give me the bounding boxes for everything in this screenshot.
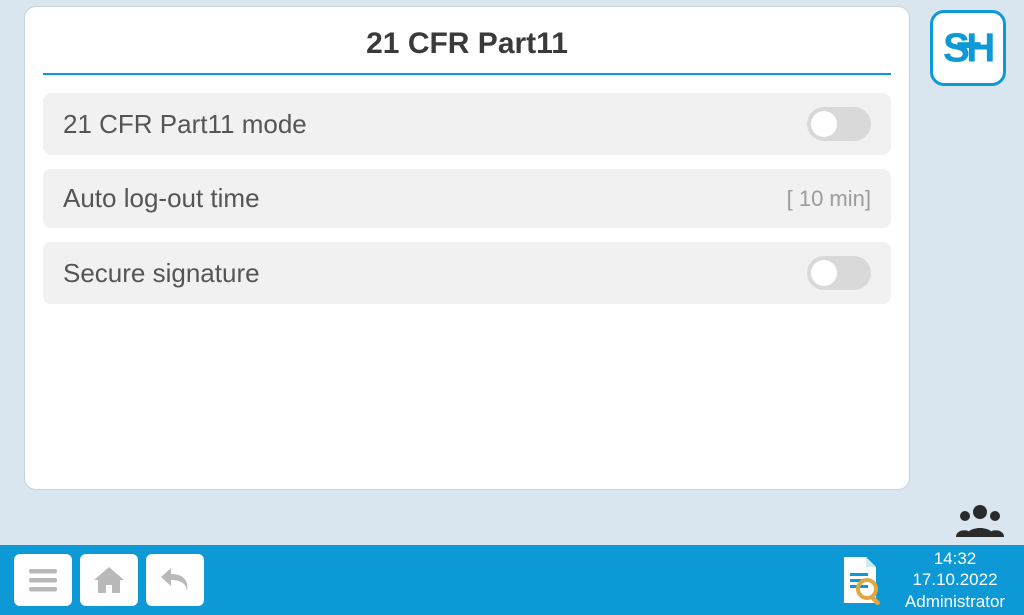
brand-logo: S H (930, 10, 1006, 86)
back-button[interactable] (146, 554, 204, 606)
document-search-icon (840, 555, 882, 605)
status-date: 17.10.2022 (900, 569, 1010, 590)
menu-icon (25, 562, 61, 598)
menu-button[interactable] (14, 554, 72, 606)
status-time: 14:32 (900, 548, 1010, 569)
toggle-knob (811, 111, 837, 137)
settings-panel: 21 CFR Part11 21 CFR Part11 mode Auto lo… (24, 6, 910, 490)
status-user: Administrator (900, 591, 1010, 612)
cfr-mode-toggle[interactable] (807, 107, 871, 141)
users-icon[interactable] (956, 503, 1004, 537)
setting-secure-signature[interactable]: Secure signature (43, 242, 891, 304)
home-icon (91, 562, 127, 598)
setting-label: Auto log-out time (63, 183, 260, 214)
toggle-knob (811, 260, 837, 286)
setting-cfr-mode[interactable]: 21 CFR Part11 mode (43, 93, 891, 155)
footer-bar: 14:32 17.10.2022 Administrator (0, 545, 1024, 615)
status-block: 14:32 17.10.2022 Administrator (900, 548, 1010, 612)
auto-logout-value: [ 10 min] (787, 186, 871, 212)
setting-label: 21 CFR Part11 mode (63, 109, 307, 140)
log-search-button[interactable] (840, 555, 882, 605)
home-button[interactable] (80, 554, 138, 606)
sh-logo-icon: S H (939, 20, 997, 76)
back-arrow-icon (157, 562, 193, 598)
setting-label: Secure signature (63, 258, 260, 289)
page-title: 21 CFR Part11 (43, 17, 891, 75)
setting-auto-logout[interactable]: Auto log-out time [ 10 min] (43, 169, 891, 228)
secure-signature-toggle[interactable] (807, 256, 871, 290)
